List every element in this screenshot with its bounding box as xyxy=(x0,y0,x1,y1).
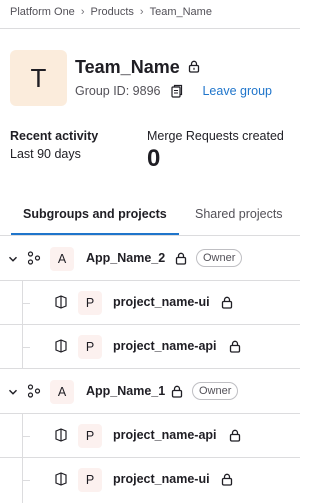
project-avatar: P xyxy=(78,468,102,492)
subgroup-name[interactable]: App_Name_2 xyxy=(86,251,165,265)
breadcrumb: Platform One › Products › Team_Name xyxy=(10,6,212,18)
breadcrumb-item-platform-one[interactable]: Platform One xyxy=(10,6,75,18)
divider xyxy=(0,28,300,29)
lock-icon xyxy=(229,340,241,358)
merge-requests-stat: Merge Requests created 0 xyxy=(147,129,284,173)
lock-icon xyxy=(188,57,200,78)
recent-activity: Recent activity Last 90 days xyxy=(10,129,98,161)
project-name[interactable]: project_name-api xyxy=(113,428,217,442)
lock-icon xyxy=(175,252,187,270)
tree-branch xyxy=(22,436,30,437)
tab-bar: Subgroups and projects Shared projects xyxy=(0,200,300,236)
subgroup-name[interactable]: App_Name_1 xyxy=(86,384,165,398)
project-name[interactable]: project_name-ui xyxy=(113,472,210,486)
project-avatar: P xyxy=(78,291,102,315)
recent-activity-title: Recent activity xyxy=(10,129,99,143)
lock-icon xyxy=(229,429,241,447)
subgroup-row[interactable]: A App_Name_2 Owner xyxy=(0,237,300,281)
project-row[interactable]: P project_name-ui xyxy=(0,458,300,502)
subgroup-row[interactable]: A App_Name_1 Owner xyxy=(0,370,300,414)
subgroup-avatar: A xyxy=(50,247,74,271)
project-row[interactable]: P project_name-api xyxy=(0,414,300,458)
tree-branch xyxy=(22,303,30,304)
group-id: Group ID: 9896 xyxy=(75,84,161,98)
project-icon xyxy=(54,428,68,447)
subgroup-icon xyxy=(27,251,41,270)
group-name: Team_Name xyxy=(75,57,180,77)
chevron-right-icon: › xyxy=(139,6,144,18)
copy-icon[interactable] xyxy=(170,83,184,99)
lock-icon xyxy=(221,296,233,314)
project-avatar: P xyxy=(78,335,102,359)
group-avatar: T xyxy=(10,50,67,106)
breadcrumb-item-team-name[interactable]: Team_Name xyxy=(150,6,212,18)
tab-shared-projects[interactable]: Shared projects xyxy=(195,207,283,221)
project-icon xyxy=(54,339,68,358)
subgroup-avatar: A xyxy=(50,380,74,404)
chevron-right-icon: › xyxy=(80,6,85,18)
merge-requests-title: Merge Requests created xyxy=(147,129,284,143)
project-name[interactable]: project_name-ui xyxy=(113,295,210,309)
project-row[interactable]: P project_name-ui xyxy=(0,281,300,325)
lock-icon xyxy=(171,385,183,403)
page-title: Team_Name xyxy=(75,57,200,78)
chevron-down-icon[interactable] xyxy=(8,251,18,269)
merge-requests-count: 0 xyxy=(147,145,161,172)
project-icon xyxy=(54,472,68,491)
recent-activity-range: Last 90 days xyxy=(10,147,81,161)
subgroup-icon xyxy=(27,384,41,403)
chevron-down-icon[interactable] xyxy=(8,384,18,402)
project-icon xyxy=(54,295,68,314)
tab-subgroups-and-projects[interactable]: Subgroups and projects xyxy=(11,207,179,235)
group-meta: Group ID: 9896 Leave group xyxy=(75,83,272,99)
project-row[interactable]: P project_name-api xyxy=(0,325,300,369)
role-badge: Owner xyxy=(196,249,243,267)
breadcrumb-item-products[interactable]: Products xyxy=(90,6,133,18)
project-name[interactable]: project_name-api xyxy=(113,339,217,353)
lock-icon xyxy=(221,473,233,491)
tree-branch xyxy=(22,480,30,481)
role-badge: Owner xyxy=(192,382,239,400)
tree-branch xyxy=(22,347,30,348)
leave-group-link[interactable]: Leave group xyxy=(202,84,272,98)
project-avatar: P xyxy=(78,424,102,448)
